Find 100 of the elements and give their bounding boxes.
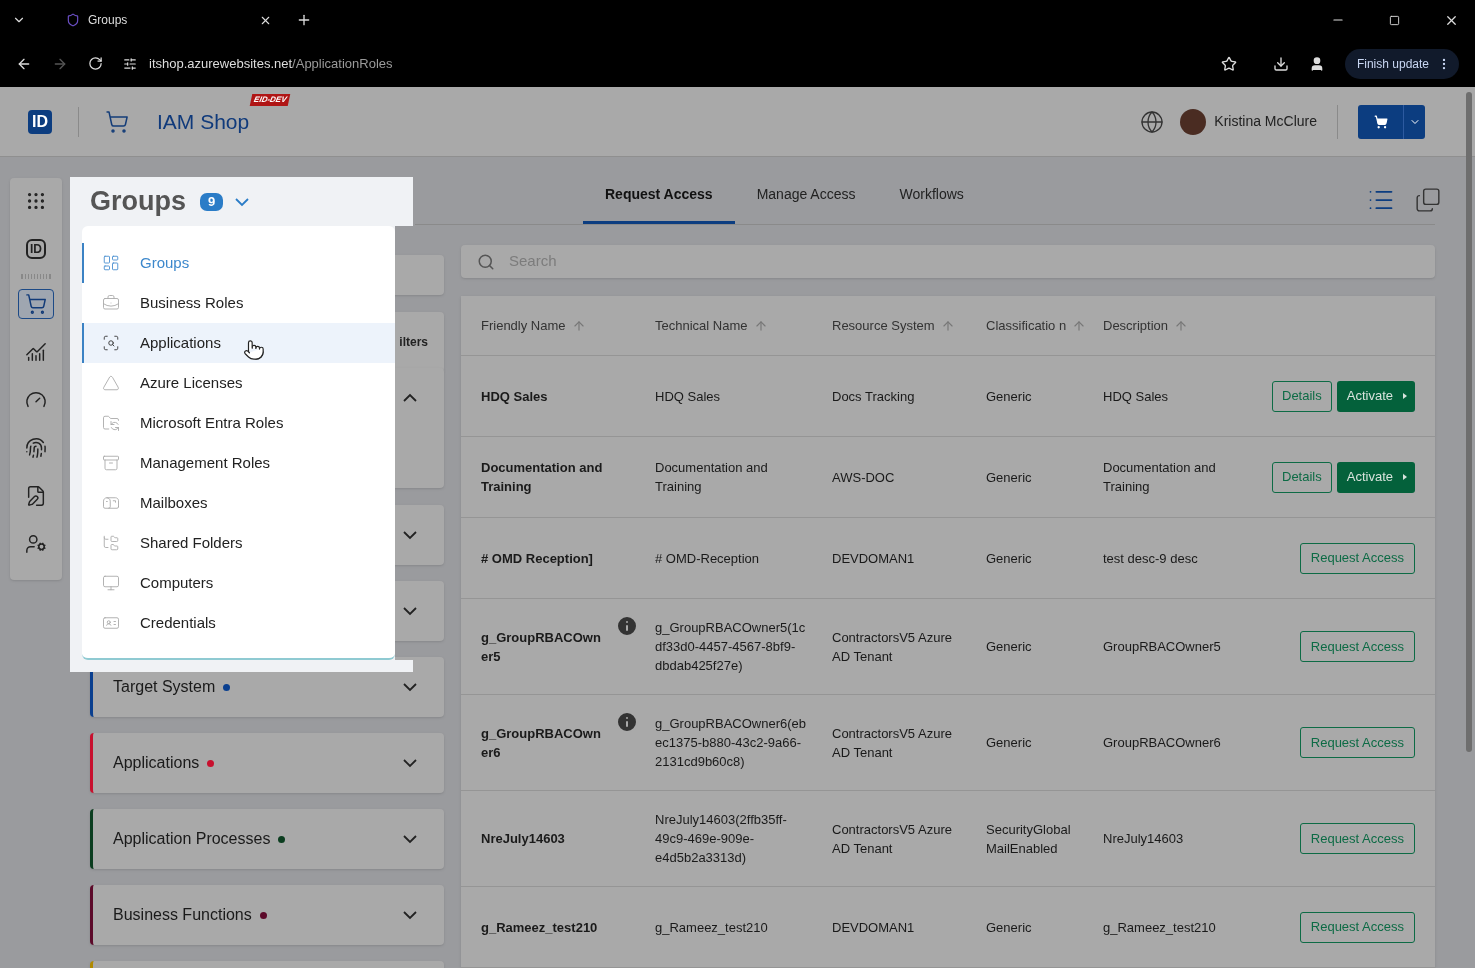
site-shield-icon <box>66 13 80 27</box>
finish-update-button[interactable]: Finish update <box>1344 48 1459 79</box>
reload-icon[interactable] <box>88 56 103 71</box>
mailbox-icon <box>102 494 120 512</box>
chevron-down-icon[interactable] <box>235 197 250 206</box>
table-cell-text: # OMD-Reception <box>655 549 760 568</box>
column-header[interactable]: Resource System <box>832 317 935 334</box>
bookmark-star-icon[interactable] <box>1220 55 1237 72</box>
filters-label: ilters <box>399 334 428 351</box>
table-cell-text: DEVDOMAN1 <box>832 918 915 937</box>
category-menu-item[interactable]: Management Roles <box>82 443 395 483</box>
table-cell-text: HDQ Sales <box>1103 387 1169 406</box>
category-title[interactable]: Groups <box>90 181 186 222</box>
maximize-icon[interactable] <box>1389 14 1400 26</box>
browser-tab[interactable]: Groups <box>54 4 284 36</box>
cart-button[interactable] <box>1358 104 1425 139</box>
count-badge: 9 <box>200 192 224 211</box>
category-menu-item[interactable]: Applications <box>82 323 395 363</box>
table-cell-text: Documentation and Training <box>481 459 604 496</box>
category-menu-item[interactable]: Computers <box>82 563 395 603</box>
table-cell-text: Documentation and Training <box>1103 459 1217 496</box>
scrollbar[interactable] <box>1466 92 1472 752</box>
category-menu-item[interactable]: Microsoft Entra Roles <box>82 403 395 443</box>
table-cell-text: g_GroupRBACOwner6(eb ec1375-b880-43c2-9a66-2131cd9b60c8) <box>655 715 808 771</box>
filter-accordion[interactable]: Target System <box>90 657 444 717</box>
tab[interactable]: Request Access <box>583 167 735 225</box>
chevron-down-icon[interactable] <box>403 607 417 615</box>
table-cell-text: Generic <box>986 549 1032 568</box>
table-cell-text: # OMD Reception] <box>481 549 593 568</box>
table-cell-text: Generic <box>986 638 1032 656</box>
tile-view-icon[interactable] <box>1415 187 1441 213</box>
grid-icon <box>25 190 47 212</box>
chevron-down-icon[interactable] <box>403 531 417 539</box>
chevron-down-icon[interactable] <box>403 683 417 691</box>
category-menu-item[interactable]: Credentials <box>82 603 395 643</box>
table-cell-text: g_Rameez_test210 <box>481 918 598 937</box>
filter-title: Target System <box>113 677 216 697</box>
folder-sync-icon <box>102 414 120 432</box>
chevron-down-icon[interactable] <box>403 759 417 767</box>
site-info-icon[interactable] <box>123 56 137 71</box>
table-cell-text: g_GroupRBACOwner5(1c df33d0-4457-4567-8bf9-dbdab425f27e) <box>655 619 807 675</box>
id-nav-button[interactable]: ID <box>18 234 54 264</box>
table-cell-text: g_Rameez_test210 <box>1103 918 1216 937</box>
activate-button[interactable]: Activate <box>1336 461 1415 493</box>
environment-badge: EID-DEV <box>249 93 291 106</box>
table-cell-text: ContractorsV5 Azure AD Tenant <box>832 724 953 762</box>
category-menu-item[interactable]: Groups <box>82 243 395 283</box>
fingerprint-icon <box>25 437 47 459</box>
filter-title: Business Functions <box>113 905 252 925</box>
address-bar[interactable]: itshop.azurewebsites.net/ApplicationRoles <box>149 53 393 74</box>
category-menu-item[interactable]: Business Roles <box>82 283 395 323</box>
user-avatar[interactable] <box>1180 108 1207 135</box>
table-cell-text: AWS-DOC <box>832 468 895 487</box>
caret-icon <box>1403 474 1407 480</box>
column-header[interactable]: Friendly Name <box>481 317 566 334</box>
tab[interactable]: Workflows <box>877 167 986 225</box>
archive-icon <box>102 454 120 472</box>
app-logo[interactable]: ID <box>28 109 52 134</box>
monitor-icon <box>102 574 120 592</box>
filter-accordion[interactable]: Application Processes <box>90 809 444 869</box>
tab[interactable]: Manage Access <box>734 167 878 225</box>
filter-accordion[interactable]: Business Functions <box>90 885 444 945</box>
table-cell-text: test desc-9 desc <box>1103 549 1198 568</box>
user-name[interactable]: Kristina McClure <box>1214 111 1317 132</box>
download-icon[interactable] <box>1272 55 1289 72</box>
column-header[interactable]: Classificatio n <box>986 317 1067 334</box>
folder-tree-icon <box>102 534 120 552</box>
table-cell-text: g_GroupRBACOwn er6 <box>481 724 602 762</box>
column-header[interactable]: Technical Name <box>655 317 748 334</box>
cart-nav-button[interactable] <box>18 289 54 319</box>
table-cell-text: NreJuly14603 <box>481 830 565 848</box>
filter-title: Application Processes <box>113 829 271 849</box>
language-icon[interactable] <box>1140 109 1165 134</box>
table-cell-text: HDQ Sales <box>655 387 721 406</box>
filter-accordion[interactable]: Applications <box>90 733 444 793</box>
category-menu-item[interactable]: Shared Folders <box>82 523 395 563</box>
table-cell-text: Documentation and Training <box>655 459 769 496</box>
chevron-down-icon[interactable] <box>403 835 417 843</box>
cart-icon <box>25 293 47 315</box>
column-header[interactable]: Description <box>1103 317 1169 334</box>
category-menu-item[interactable]: Azure Licenses <box>82 363 395 403</box>
new-tab-icon[interactable] <box>296 12 312 28</box>
id-card-icon <box>102 614 120 632</box>
caret-icon <box>1403 393 1407 399</box>
chevron-down-icon[interactable] <box>403 911 417 919</box>
table-cell-text: Generic <box>986 468 1032 487</box>
table-cell-text: DEVDOMAN1 <box>832 549 915 568</box>
dashboard-icon <box>102 254 120 272</box>
briefcase-icon <box>102 294 120 312</box>
table-cell-text: ContractorsV5 Azure AD Tenant <box>832 820 953 858</box>
table-cell-text: g_Rameez_test210 <box>655 918 768 937</box>
form-edit-icon <box>25 485 47 507</box>
table-cell-text: GroupRBACOwner6 <box>1103 734 1221 752</box>
chevron-up-icon[interactable] <box>403 394 417 402</box>
filter-title: Applications <box>113 753 200 773</box>
category-menu-item[interactable]: Mailboxes <box>82 483 395 523</box>
table-cell-text: ContractorsV5 Azure AD Tenant <box>832 628 953 666</box>
table-cell-text: HDQ Sales <box>481 387 548 406</box>
pointer-cursor-icon <box>242 339 265 361</box>
activate-button[interactable]: Activate <box>1336 380 1415 412</box>
